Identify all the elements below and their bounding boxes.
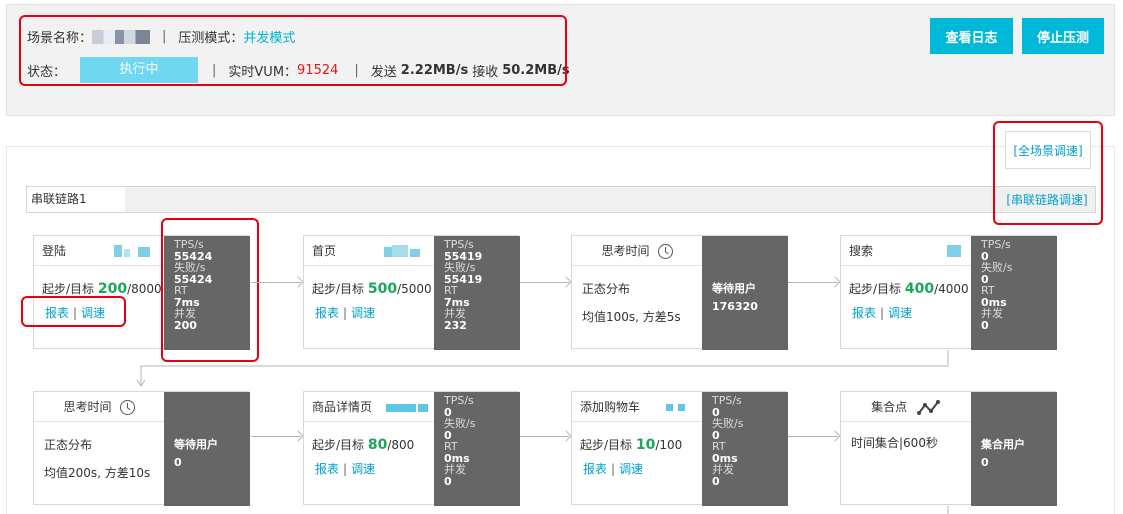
send-value: 2.22MB/s: [400, 62, 469, 78]
scene-name-label: 场景名称：: [27, 31, 93, 46]
wait-users-value: 176320: [712, 300, 758, 313]
report-link[interactable]: 报表: [45, 306, 69, 320]
node-stats: 集合用户 0: [971, 392, 1057, 506]
node-links: 报表 | 调速: [315, 462, 376, 476]
chain-speed-button[interactable]: [串联链路调速]: [1001, 187, 1093, 212]
send-label: 发送: [370, 64, 397, 80]
mode-value: 并发模式: [243, 31, 296, 46]
speed-link[interactable]: 调速: [81, 306, 105, 320]
node-think-time-2: 思考时间 正态分布 均值200s, 方差10s 等待用户 0: [33, 391, 250, 506]
speed-link[interactable]: 调速: [619, 462, 643, 476]
concurrency-value: 0: [444, 474, 452, 488]
wait-users-value: 0: [174, 456, 182, 469]
distribution-label: 正态分布: [44, 438, 93, 452]
node-title: 思考时间: [34, 392, 164, 422]
api-thumbnail-icon: [947, 245, 961, 257]
flow-arrow: [251, 282, 301, 283]
chain-name: 串联链路1: [27, 187, 125, 212]
flow-arrow: [520, 282, 569, 283]
flow-arrow: [251, 436, 301, 437]
sync-desc: 时间集合|600秒: [851, 436, 938, 450]
node-search: 搜索 起步/目标 400/4000 报表 | 调速 TPS/s 0 失败/s 0 RT 0…: [840, 235, 1057, 350]
distribution-params: 均值100s, 方差5s: [582, 310, 681, 324]
sync-users-label: 集合用户: [981, 438, 1025, 451]
node-add-to-cart: 添加购物车 起步/目标 10/100 报表 | 调速 TPS/s 0 失败/s 0 RT…: [571, 391, 788, 506]
divider: |: [354, 62, 359, 78]
clock-icon: [657, 244, 673, 259]
speed-link[interactable]: 调速: [351, 462, 375, 476]
vum-label: 实时VUM：: [228, 64, 298, 80]
node-target: 起步/目标 200/8000: [42, 281, 162, 297]
node-target: 起步/目标 80/800: [312, 437, 415, 453]
speed-link[interactable]: 调速: [351, 306, 375, 320]
report-link[interactable]: 报表: [852, 306, 876, 320]
concurrency-value: 232: [444, 318, 467, 332]
chain-bar: 串联链路1: [26, 186, 1096, 213]
report-link[interactable]: 报表: [315, 462, 339, 476]
view-log-button[interactable]: 查看日志: [930, 18, 1013, 54]
distribution-params: 均值200s, 方差10s: [44, 466, 151, 480]
api-thumbnail-icon: [114, 245, 150, 257]
node-stats: 等待用户 0: [164, 392, 250, 506]
node-stats: TPS/s 0 失败/s 0 RT 0ms 并发 0: [971, 236, 1057, 350]
rendezvous-icon: [916, 399, 940, 415]
report-link[interactable]: 报表: [583, 462, 607, 476]
api-thumbnail-icon: [384, 245, 420, 257]
distribution-label: 正态分布: [582, 282, 631, 296]
node-target: 起步/目标 500/5000: [312, 281, 432, 297]
concurrency-value: 200: [174, 318, 197, 332]
node-links: 报表 | 调速: [583, 462, 644, 476]
node-think-time-1: 思考时间 正态分布 均值100s, 方差5s 等待用户 176320: [571, 235, 788, 350]
all-scene-speed-button[interactable]: [全场景调速]: [1005, 131, 1091, 169]
report-link[interactable]: 报表: [315, 306, 339, 320]
node-links: 报表 | 调速: [852, 306, 913, 320]
concurrency-value: 0: [712, 474, 720, 488]
status-row: 状态： 执行中 | 实时VUM： 91524 | 发送 2.22MB/s 接收 …: [27, 57, 570, 83]
node-home: 首页 起步/目标 500/5000 报表 | 调速 TPS/s 55419 失败/s 5…: [303, 235, 520, 350]
node-stats: 等待用户 176320: [702, 236, 788, 350]
vum-value: 91524: [297, 62, 339, 78]
divider: |: [162, 29, 167, 44]
node-title: 集合点: [841, 392, 971, 422]
recv-label: 接收: [472, 64, 499, 80]
node-stats: TPS/s 0 失败/s 0 RT 0ms 并发 0: [702, 392, 788, 506]
concurrency-value: 0: [981, 318, 989, 332]
node-stats: TPS/s 0 失败/s 0 RT 0ms 并发 0: [434, 392, 520, 506]
speed-link[interactable]: 调速: [888, 306, 912, 320]
node-links: 报表 | 调速: [45, 306, 106, 320]
node-stats: TPS/s 55424 失败/s 55424 RT 7ms 并发 200: [164, 236, 250, 350]
state-badge: 执行中: [80, 57, 199, 83]
flow-arrow: [520, 436, 569, 437]
scene-info-row: 场景名称： | 压测模式： 并发模式: [27, 27, 295, 46]
scene-name-redacted: [92, 29, 151, 44]
node-sync-point: 集合点 时间集合|600秒 集合用户 0: [840, 391, 1057, 506]
node-target: 起步/目标 400/4000: [849, 281, 969, 297]
divider: |: [212, 62, 217, 78]
mode-label: 压测模式：: [178, 31, 244, 46]
api-thumbnail-icon: [386, 404, 428, 412]
node-product-detail: 商品详情页 起步/目标 80/800 报表 | 调速 TPS/s 0 失败/s 0 RT…: [303, 391, 520, 506]
flow-arrow: [788, 436, 838, 437]
recv-value: 50.2MB/s: [502, 62, 570, 78]
node-target: 起步/目标 10/100: [580, 437, 683, 453]
node-title: 思考时间: [572, 236, 702, 266]
node-login: 登陆 起步/目标 200/8000 报表 | 调速 TPS/s 55424 失败/s 5…: [33, 235, 250, 350]
state-label: 状态：: [27, 64, 67, 80]
api-thumbnail-icon: [666, 404, 685, 411]
wait-users-label: 等待用户: [712, 282, 756, 295]
node-stats: TPS/s 55419 失败/s 55419 RT 7ms 并发 232: [434, 236, 520, 350]
sync-users-value: 0: [981, 456, 989, 469]
flow-arrow: [788, 282, 838, 283]
node-links: 报表 | 调速: [315, 306, 376, 320]
wait-users-label: 等待用户: [174, 438, 218, 451]
clock-icon: [119, 400, 135, 415]
stop-test-button[interactable]: 停止压测: [1022, 18, 1104, 54]
